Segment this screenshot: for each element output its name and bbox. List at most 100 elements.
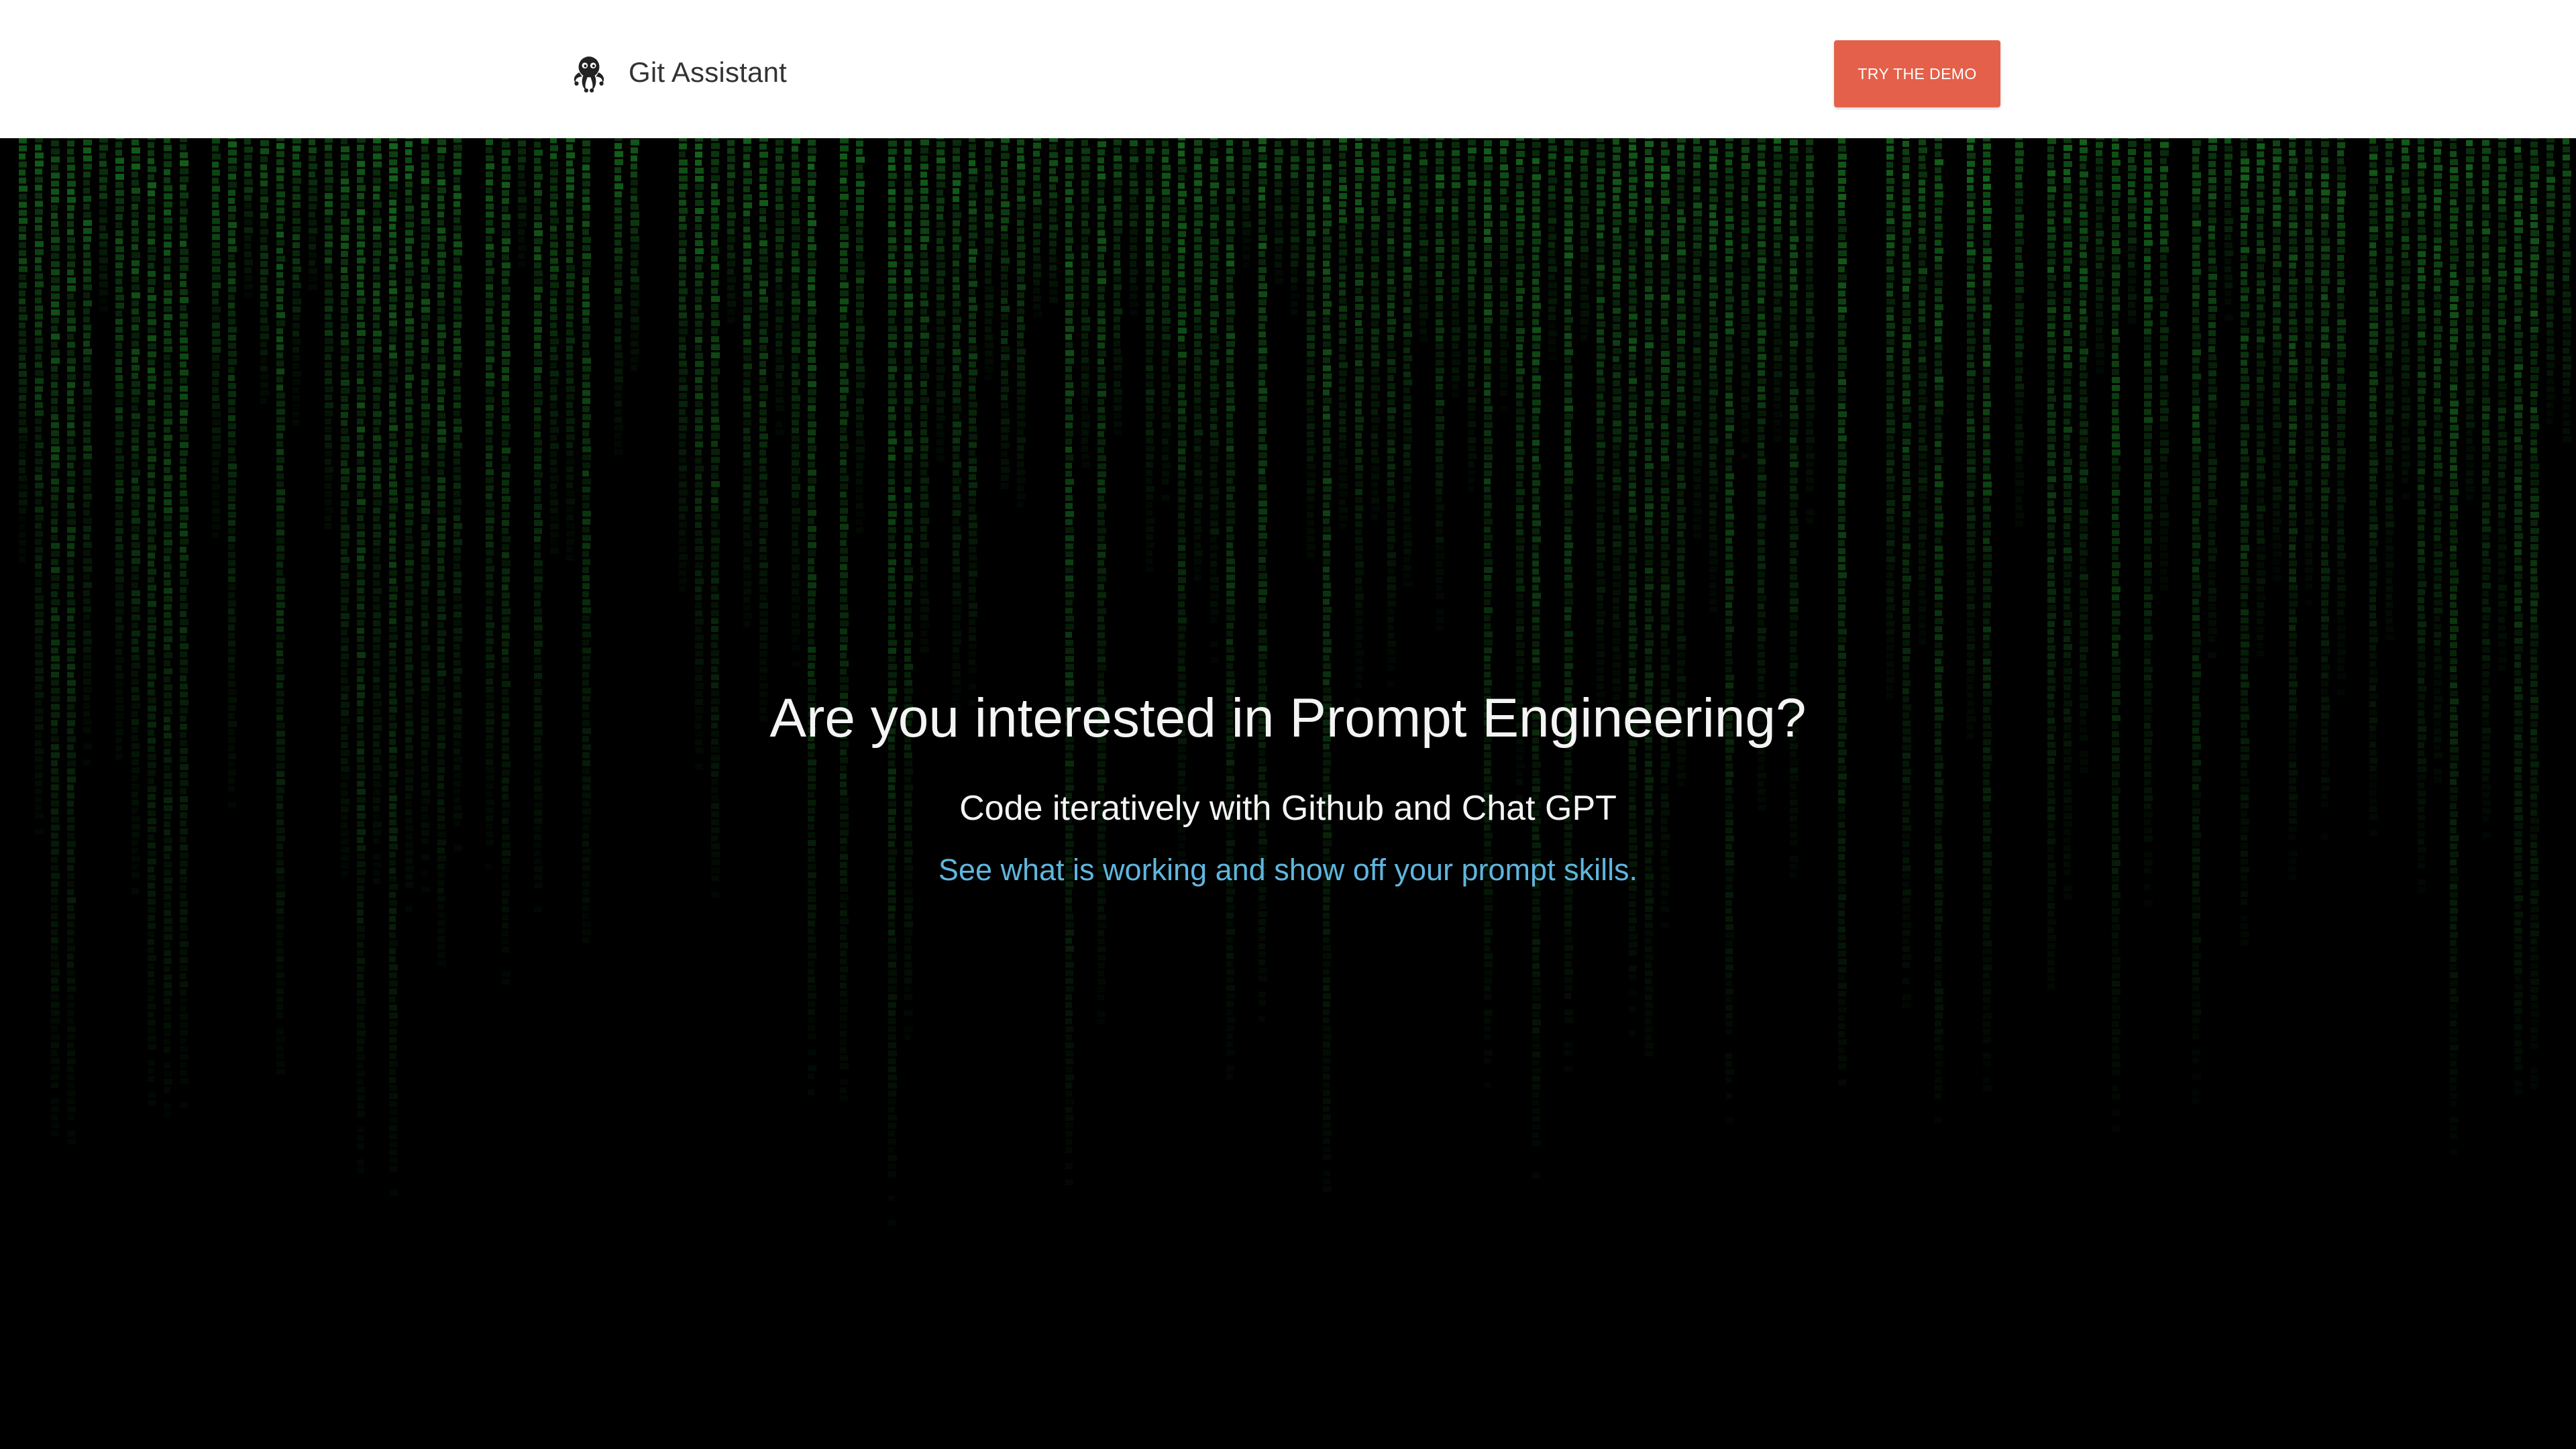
rain-column bbox=[614, 138, 623, 455]
brand[interactable]: Git Assistant bbox=[567, 48, 787, 97]
rain-column bbox=[2450, 138, 2459, 1156]
rain-column bbox=[437, 139, 446, 967]
hero-headline: Are you interested in Prompt Engineering… bbox=[769, 688, 1807, 749]
rain-column bbox=[1532, 138, 1541, 1179]
rain-column bbox=[1049, 138, 1058, 303]
rain-column bbox=[2402, 139, 2410, 500]
rain-column bbox=[1806, 139, 1815, 524]
rain-column bbox=[260, 140, 269, 404]
rain-column bbox=[2015, 138, 2024, 527]
rain-column bbox=[1081, 140, 1090, 468]
rain-column bbox=[888, 138, 897, 1226]
rain-column bbox=[1065, 138, 1074, 1185]
rain-column bbox=[1242, 138, 1251, 268]
rain-column bbox=[1387, 138, 1396, 688]
rain-column bbox=[2112, 138, 2121, 1132]
rain-column bbox=[1629, 138, 1638, 1036]
rain-column bbox=[2305, 138, 2314, 606]
rain-column bbox=[309, 139, 317, 290]
rain-column bbox=[1725, 138, 1734, 1124]
rain-column bbox=[2563, 138, 2571, 443]
top-navbar: Git Assistant TRY THE DEMO bbox=[0, 0, 2576, 138]
rain-column bbox=[1130, 138, 1138, 316]
rain-column bbox=[1709, 140, 1718, 613]
rain-column bbox=[1613, 138, 1621, 724]
rain-column bbox=[856, 138, 865, 533]
rain-column bbox=[1838, 138, 1847, 1086]
rain-column bbox=[1919, 139, 1927, 645]
rain-column bbox=[164, 138, 172, 1118]
rain-column bbox=[550, 138, 559, 554]
rain-column bbox=[421, 138, 430, 893]
rain-column bbox=[1790, 139, 1799, 878]
rain-column bbox=[1323, 140, 1332, 1193]
rain-column bbox=[1291, 140, 1299, 315]
rain-column bbox=[1210, 138, 1219, 663]
rain-column bbox=[1017, 139, 1026, 508]
rain-column bbox=[840, 138, 849, 1102]
rain-column bbox=[1001, 138, 1010, 489]
rain-column bbox=[2498, 138, 2507, 672]
rain-column bbox=[1580, 138, 1589, 341]
rain-column bbox=[1114, 139, 1122, 435]
rain-column bbox=[2096, 138, 2104, 374]
rain-column bbox=[727, 140, 736, 323]
rain-column bbox=[1355, 138, 1364, 704]
rain-column bbox=[1339, 138, 1348, 529]
rain-column bbox=[2224, 138, 2233, 321]
rain-column bbox=[1371, 138, 1380, 520]
rain-column bbox=[743, 138, 752, 627]
rain-column bbox=[67, 138, 76, 1145]
rain-column bbox=[1564, 140, 1573, 1072]
rain-column bbox=[389, 138, 398, 1196]
rain-column bbox=[357, 138, 366, 1173]
hero-section: Are you interested in Prompt Engineering… bbox=[0, 138, 2576, 1449]
rain-column bbox=[19, 138, 28, 562]
rain-column bbox=[2192, 140, 2201, 1104]
rain-column bbox=[292, 138, 301, 425]
hero-subheadline: Code iteratively with Github and Chat GP… bbox=[959, 789, 1617, 828]
rain-column bbox=[2128, 138, 2137, 325]
rain-column bbox=[99, 138, 108, 312]
hero-tagline: See what is working and show off your pr… bbox=[938, 853, 1638, 887]
rain-column bbox=[1548, 138, 1557, 361]
rain-column bbox=[1419, 138, 1428, 343]
rain-column bbox=[1645, 138, 1654, 1057]
rain-column bbox=[1741, 139, 1750, 460]
rain-column bbox=[212, 138, 221, 538]
rain-column bbox=[792, 138, 800, 667]
rain-column bbox=[131, 139, 140, 894]
rain-column bbox=[115, 138, 124, 760]
rain-column bbox=[148, 138, 156, 1106]
rain-column bbox=[244, 138, 253, 298]
rain-column bbox=[759, 138, 768, 722]
rain-column bbox=[373, 138, 382, 884]
rain-column bbox=[1226, 140, 1235, 1080]
rain-column bbox=[51, 138, 60, 1137]
rain-column bbox=[2208, 138, 2217, 659]
rain-column bbox=[920, 139, 929, 653]
rain-column bbox=[775, 139, 784, 435]
rain-column bbox=[276, 138, 285, 1075]
rain-column bbox=[1886, 138, 1895, 700]
rain-column bbox=[711, 138, 720, 898]
rain-column bbox=[1983, 138, 1992, 1091]
rain-column bbox=[2289, 138, 2298, 881]
rain-column bbox=[1693, 138, 1702, 539]
rain-column bbox=[1468, 139, 1477, 492]
rain-column bbox=[2273, 138, 2282, 582]
rain-column bbox=[1275, 138, 1283, 284]
rain-column bbox=[695, 138, 704, 769]
rain-column bbox=[808, 140, 816, 1096]
rain-column bbox=[1774, 138, 1782, 442]
rain-column bbox=[1436, 138, 1444, 631]
try-demo-button[interactable]: TRY THE DEMO bbox=[1834, 40, 2000, 107]
rain-column bbox=[83, 139, 92, 765]
rain-column bbox=[1452, 138, 1460, 398]
rain-column bbox=[1967, 138, 1976, 739]
rain-column bbox=[2546, 138, 2555, 425]
rain-column bbox=[1307, 138, 1316, 559]
rain-column bbox=[1178, 138, 1187, 881]
rain-column bbox=[2080, 139, 2088, 773]
rain-column bbox=[1935, 138, 1943, 1124]
